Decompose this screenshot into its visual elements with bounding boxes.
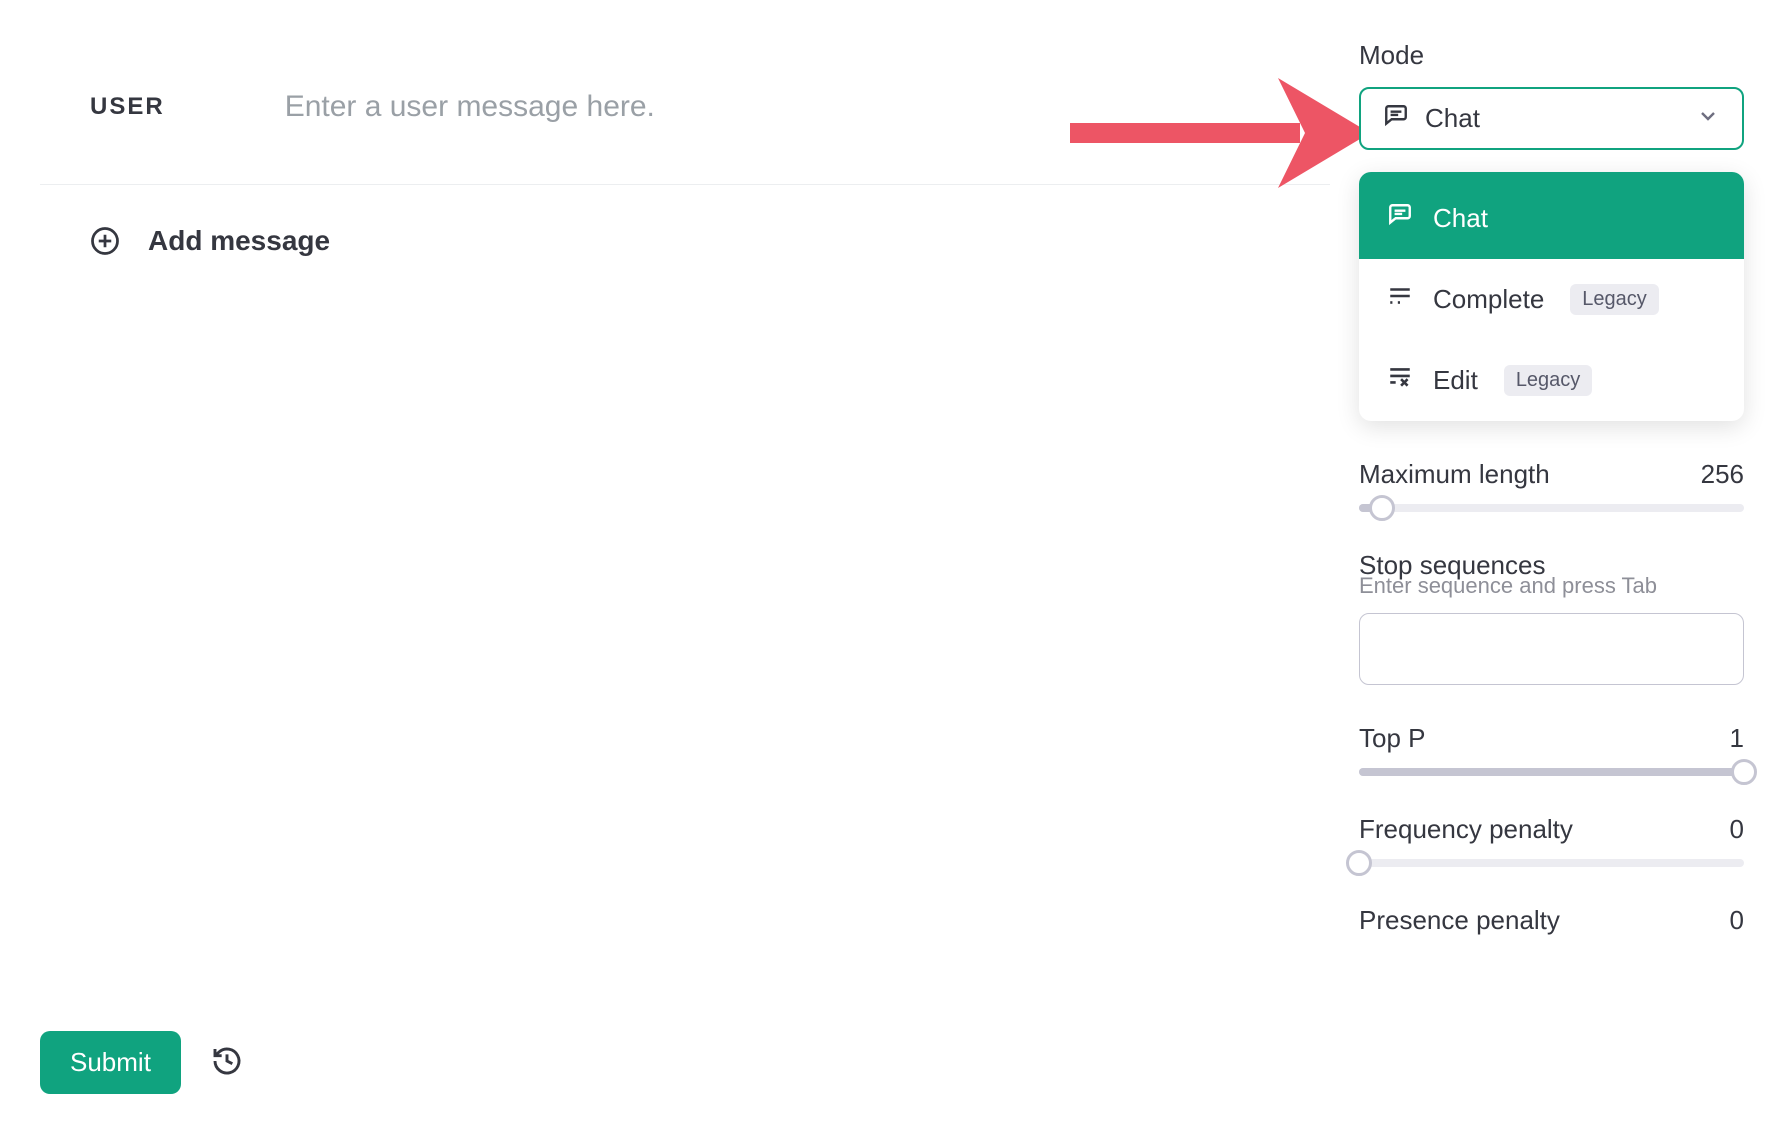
mode-dropdown-panel: Chat Complete Legacy [1359, 172, 1744, 421]
slider-thumb[interactable] [1346, 850, 1372, 876]
user-role-label: USER [90, 93, 165, 121]
slider-thumb[interactable] [1731, 759, 1757, 785]
mode-option-chat[interactable]: Chat [1359, 178, 1744, 259]
add-message-label: Add message [148, 225, 330, 257]
freq-penalty-label: Frequency penalty [1359, 814, 1573, 845]
presence-penalty-label: Presence penalty [1359, 905, 1560, 936]
chat-icon [1383, 103, 1409, 134]
main-panel: USER Enter a user message here. Add mess… [40, 60, 1330, 297]
param-frequency-penalty: Frequency penalty 0 [1359, 814, 1744, 867]
history-button[interactable] [211, 1045, 243, 1080]
presence-penalty-value: 0 [1730, 905, 1744, 936]
user-message-row[interactable]: USER Enter a user message here. [40, 60, 1330, 185]
mode-option-edit[interactable]: Edit Legacy [1359, 340, 1744, 421]
mode-option-complete[interactable]: Complete Legacy [1359, 259, 1744, 340]
chat-icon [1387, 202, 1413, 235]
top-p-value: 1 [1730, 723, 1744, 754]
max-length-value: 256 [1701, 459, 1744, 490]
param-max-length: Maximum length 256 [1359, 459, 1744, 512]
history-icon [211, 1045, 243, 1080]
chevron-down-icon [1696, 104, 1720, 133]
mode-option-label: Edit [1433, 365, 1478, 396]
stop-sequences-input[interactable] [1359, 613, 1744, 685]
top-p-label: Top P [1359, 723, 1426, 754]
max-length-slider[interactable] [1359, 504, 1744, 512]
mode-select-value: Chat [1425, 103, 1480, 134]
submit-button[interactable]: Submit [40, 1031, 181, 1094]
max-length-label: Maximum length [1359, 459, 1550, 490]
top-p-slider[interactable] [1359, 768, 1744, 776]
mode-select[interactable]: Chat [1359, 87, 1744, 150]
legacy-badge: Legacy [1504, 365, 1593, 396]
param-stop-sequences: Stop sequences Enter sequence and press … [1359, 550, 1744, 685]
settings-sidebar: Mode Chat [1359, 40, 1744, 950]
legacy-badge: Legacy [1570, 284, 1659, 315]
add-message-button[interactable]: Add message [40, 185, 1330, 297]
slider-fill [1359, 768, 1744, 776]
complete-icon [1387, 283, 1413, 316]
plus-circle-icon [90, 226, 120, 256]
mode-option-label: Complete [1433, 284, 1544, 315]
mode-label: Mode [1359, 40, 1744, 71]
slider-thumb[interactable] [1369, 495, 1395, 521]
edit-icon [1387, 364, 1413, 397]
param-top-p: Top P 1 [1359, 723, 1744, 776]
freq-penalty-slider[interactable] [1359, 859, 1744, 867]
user-message-placeholder: Enter a user message here. [285, 90, 655, 124]
stop-sequences-help: Enter sequence and press Tab [1359, 573, 1744, 599]
freq-penalty-value: 0 [1730, 814, 1744, 845]
footer: Submit [40, 1031, 243, 1094]
mode-option-label: Chat [1433, 203, 1488, 234]
param-presence-penalty: Presence penalty 0 [1359, 905, 1744, 936]
